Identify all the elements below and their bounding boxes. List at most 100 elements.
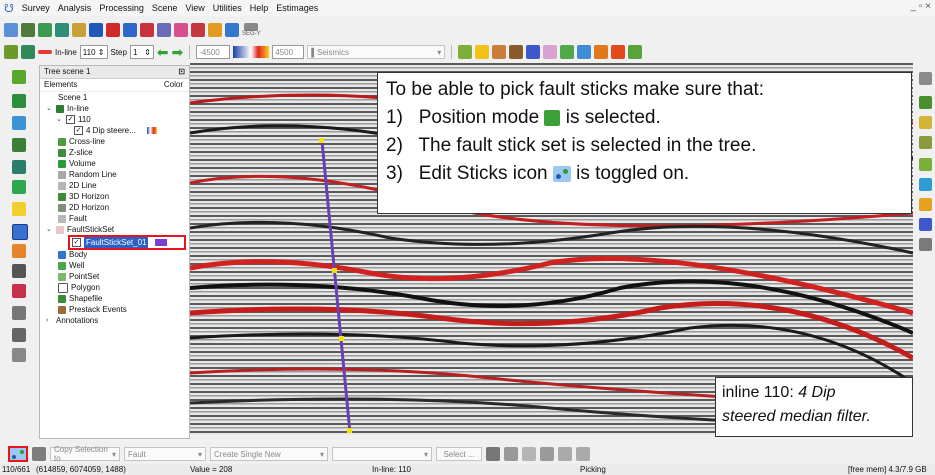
tree-item-2dline[interactable]: 2D Line — [58, 180, 97, 191]
colorbar-max-field[interactable]: 4500 — [272, 45, 305, 59]
tree-item-well[interactable]: Well — [58, 260, 84, 271]
seed-icon[interactable] — [919, 116, 932, 129]
stick-node[interactable] — [339, 336, 344, 341]
stick-node[interactable] — [347, 428, 352, 433]
merge-icon[interactable] — [577, 45, 592, 59]
tree-item-polygon[interactable]: Polygon — [58, 282, 100, 293]
wellpick-icon[interactable] — [560, 45, 575, 59]
horizon-icon[interactable] — [106, 23, 120, 37]
copy-selection-combo[interactable]: Copy Selection to ▾ — [50, 445, 120, 463]
save-icon[interactable] — [522, 447, 536, 461]
display-icon[interactable] — [191, 23, 205, 37]
window-controls[interactable]: _ ▫ × — [910, 1, 931, 12]
axis-icon[interactable] — [12, 284, 26, 298]
menu-help[interactable]: Help — [250, 3, 269, 13]
tracking-icon[interactable] — [919, 96, 932, 109]
direction-icon[interactable] — [12, 160, 26, 174]
tree-item-faultstickset-01[interactable]: ✓ FaultStickSet_01 — [68, 235, 186, 250]
flat-icon[interactable] — [611, 45, 626, 59]
tree-item-3dhorizon[interactable]: 3D Horizon — [58, 191, 109, 202]
grid-icon[interactable] — [628, 45, 643, 59]
body-icon[interactable] — [526, 45, 541, 59]
home-icon[interactable] — [12, 116, 26, 130]
trash-icon[interactable] — [540, 447, 554, 461]
redo-icon[interactable] — [576, 447, 590, 461]
menu-estimages[interactable]: Estimages — [276, 3, 318, 13]
checkbox[interactable]: ✓ — [74, 126, 83, 135]
layer-icon[interactable] — [123, 23, 137, 37]
menu-view[interactable]: View — [185, 3, 204, 13]
edit-sticks-icon[interactable] — [8, 446, 28, 462]
tree-item-body[interactable]: Body — [58, 249, 87, 260]
tree-item-volume[interactable]: Volume — [58, 158, 96, 169]
plugin-icon[interactable] — [208, 23, 222, 37]
survey-icon[interactable] — [4, 23, 18, 37]
colorbar[interactable] — [233, 46, 270, 58]
tree-item-attribute[interactable]: ✓ 4 Dip steere... — [74, 125, 157, 136]
name-combo[interactable]: ▾ — [332, 447, 432, 461]
import-icon[interactable] — [21, 23, 35, 37]
tree-item-zslice[interactable]: Z-slice — [58, 147, 93, 158]
tree-item-crossline[interactable]: Cross-line — [58, 136, 105, 147]
camera-icon[interactable] — [12, 264, 26, 278]
pick-mode-icon[interactable] — [12, 224, 28, 240]
colorbar-min-field[interactable]: -4500 — [196, 45, 231, 59]
expand-icon[interactable]: ⌄ — [46, 103, 53, 114]
annotate-icon[interactable] — [919, 198, 932, 211]
xf-icon[interactable] — [174, 23, 188, 37]
expand-icon[interactable]: ⌄ — [56, 114, 63, 125]
graph-icon[interactable] — [919, 72, 932, 85]
neural-network-icon[interactable] — [157, 23, 171, 37]
undock-icon[interactable]: ⊡ — [178, 66, 185, 78]
remove-icon[interactable] — [486, 447, 500, 461]
settings-gear-icon[interactable] — [4, 45, 18, 59]
document-icon[interactable] — [12, 348, 26, 362]
tree-item-110[interactable]: ⌄ ✓ 110 — [56, 114, 91, 125]
target-combo[interactable]: Fault ▾ — [124, 447, 206, 461]
fault-icon[interactable] — [492, 45, 507, 59]
well-tie-icon[interactable] — [72, 23, 86, 37]
checkbox[interactable]: ✓ — [72, 238, 81, 247]
tree-item-pointset[interactable]: PointSet — [58, 271, 99, 282]
menu-scene[interactable]: Scene — [152, 3, 178, 13]
attributes-icon[interactable] — [38, 23, 52, 37]
menu-survey[interactable]: Survey — [22, 3, 50, 13]
expand-icon[interactable]: ⌄ — [46, 224, 53, 235]
edit-icon[interactable] — [12, 202, 26, 216]
globe-icon[interactable] — [919, 238, 932, 251]
stick-node[interactable] — [332, 268, 337, 273]
menu-analysis[interactable]: Analysis — [58, 3, 92, 13]
tree-item-2dhorizon[interactable]: 2D Horizon — [58, 202, 109, 213]
horizon-track-icon[interactable] — [475, 45, 490, 59]
undo-icon[interactable] — [558, 447, 572, 461]
a-logo-icon[interactable] — [225, 23, 239, 37]
tree-item-prestack[interactable]: Prestack Events — [58, 304, 127, 315]
annotation-icon[interactable] — [12, 306, 26, 320]
zoom-icon[interactable] — [12, 138, 26, 152]
tree-item-faultstickset[interactable]: ⌄ FaultStickSet — [46, 224, 114, 235]
scatter-icon[interactable] — [919, 158, 932, 171]
volume-builder-icon[interactable] — [55, 23, 69, 37]
polygon-select-icon[interactable] — [919, 178, 932, 191]
stereo-icon[interactable] — [12, 244, 26, 258]
tree-item-shapefile[interactable]: Shapefile — [58, 293, 102, 304]
position-mode-icon[interactable] — [12, 70, 26, 84]
expand-icon[interactable]: › — [46, 315, 53, 326]
scene-icon[interactable] — [12, 180, 26, 194]
crossplot-icon[interactable] — [89, 23, 103, 37]
layers-icon[interactable] — [919, 218, 932, 231]
tree-item-randomline[interactable]: Random Line — [58, 169, 117, 180]
attribute-select[interactable]: ▌Seismics ▾ — [307, 45, 446, 59]
menu-utilities[interactable]: Utilities — [213, 3, 242, 13]
tree-item-inline[interactable]: ⌄ In-line — [46, 103, 89, 114]
tree-item-fault[interactable]: Fault — [58, 213, 87, 224]
step-spinbox[interactable]: 1 ⇕ — [129, 45, 154, 59]
ruler-icon[interactable] — [12, 328, 26, 342]
next-arrow-icon[interactable]: ➡ — [172, 44, 184, 61]
stickset-icon[interactable] — [509, 45, 524, 59]
polygon-icon[interactable] — [543, 45, 558, 59]
split-icon[interactable] — [594, 45, 609, 59]
create-mode-combo[interactable]: Create Single New ▾ — [210, 447, 328, 461]
tree-item-scene[interactable]: Scene 1 — [58, 92, 87, 103]
segy-icon[interactable]: SEG-Y — [242, 23, 261, 37]
